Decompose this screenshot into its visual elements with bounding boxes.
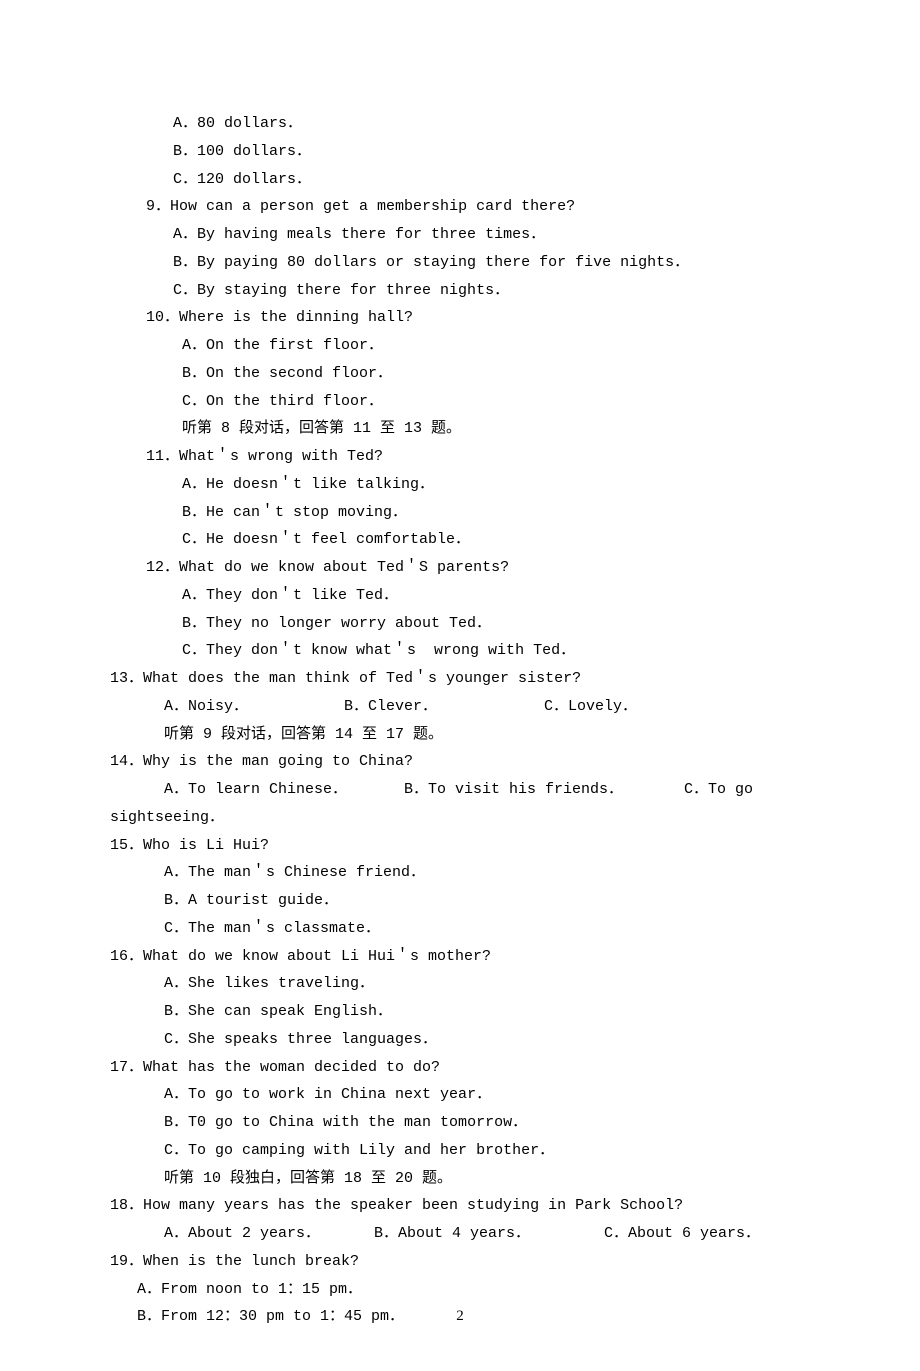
option-text: C．About 6 years． [604, 1220, 760, 1248]
q12-option-b: B．They no longer worry about Ted． [110, 610, 810, 638]
q11-option-c: C．He doesn＇t feel comfortable． [110, 526, 810, 554]
q9-stem: 9．How can a person get a membership card… [110, 193, 810, 221]
q18-stem: 18．How many years has the speaker been s… [110, 1192, 810, 1220]
option-text: C．Lovely． [544, 693, 637, 721]
question-text: 9．How can a person get a membership card… [146, 198, 575, 215]
q15-stem: 15．Who is Li Hui? [110, 832, 810, 860]
q13-stem: 13．What does the man think of Ted＇s youn… [110, 665, 810, 693]
q10-option-a: A．On the first floor． [110, 332, 810, 360]
document-page: A．80 dollars． B．100 dollars． C．120 dolla… [0, 0, 920, 1371]
q19-stem: 19．When is the lunch break? [110, 1248, 810, 1276]
q16-option-c: C．She speaks three languages． [110, 1026, 810, 1054]
q10-option-b: B．On the second floor． [110, 360, 810, 388]
question-text: 18．How many years has the speaker been s… [110, 1197, 683, 1214]
question-text: 19．When is the lunch break? [110, 1253, 359, 1270]
option-text: C．They don＇t know what＇s wrong with Ted． [182, 642, 575, 659]
option-text: A．80 dollars． [173, 115, 302, 132]
q15-option-c: C．The man＇s classmate． [110, 915, 810, 943]
q14-options: A．To learn Chinese．B．To visit his friend… [110, 776, 810, 804]
option-text: A．Noisy． [164, 693, 344, 721]
q11-option-b: B．He can＇t stop moving． [110, 499, 810, 527]
option-text: C．The man＇s classmate． [164, 920, 380, 937]
option-text: B．He can＇t stop moving． [182, 504, 407, 521]
option-text: B．T0 go to China with the man tomorrow． [164, 1114, 527, 1131]
option-text: B．About 4 years． [374, 1220, 604, 1248]
note-text: 听第 8 段对话，回答第 11 至 13 题。 [182, 420, 461, 437]
option-text: B．A tourist guide． [164, 892, 338, 909]
section-note-9: 听第 9 段对话，回答第 14 至 17 题。 [110, 721, 810, 749]
option-text: sightseeing． [110, 809, 224, 826]
option-text: B．On the second floor． [182, 365, 392, 382]
option-text: A．On the first floor． [182, 337, 383, 354]
option-text: A．They don＇t like Ted． [182, 587, 398, 604]
option-text: B．Clever． [344, 693, 544, 721]
question-text: 13．What does the man think of Ted＇s youn… [110, 670, 581, 687]
option-text: C．To go camping with Lily and her brothe… [164, 1142, 554, 1159]
option-text: A．She likes traveling． [164, 975, 374, 992]
q13-options: A．Noisy．B．Clever．C．Lovely． [110, 693, 810, 721]
option-text: A．From noon to 1：15 pm． [137, 1281, 362, 1298]
q10-stem: 10．Where is the dinning hall? [110, 304, 810, 332]
q9-option-b: B．By paying 80 dollars or staying there … [110, 249, 810, 277]
q19-option-a: A．From noon to 1：15 pm． [110, 1276, 810, 1304]
option-text: A．To learn Chinese． [164, 776, 404, 804]
q12-stem: 12．What do we know about Ted＇S parents? [110, 554, 810, 582]
option-text: C．120 dollars． [173, 171, 311, 188]
question-text: 10．Where is the dinning hall? [146, 309, 413, 326]
option-text: C．He doesn＇t feel comfortable． [182, 531, 470, 548]
q17-option-b: B．T0 go to China with the man tomorrow． [110, 1109, 810, 1137]
option-text: A．He doesn＇t like talking． [182, 476, 434, 493]
q11-stem: 11．What＇s wrong with Ted? [110, 443, 810, 471]
option-text: C．By staying there for three nights． [173, 282, 509, 299]
option-text: A．By having meals there for three times． [173, 226, 545, 243]
option-text: C．She speaks three languages． [164, 1031, 437, 1048]
option-text: A．About 2 years． [164, 1220, 374, 1248]
q9-option-a: A．By having meals there for three times． [110, 221, 810, 249]
option-text: C．On the third floor． [182, 393, 383, 410]
section-note-10: 听第 10 段独白，回答第 18 至 20 题。 [110, 1165, 810, 1193]
q17-option-c: C．To go camping with Lily and her brothe… [110, 1137, 810, 1165]
question-text: 12．What do we know about Ted＇S parents? [146, 559, 509, 576]
q11-option-a: A．He doesn＇t like talking． [110, 471, 810, 499]
q8-option-a: A．80 dollars． [110, 110, 810, 138]
q18-options: A．About 2 years．B．About 4 years．C．About … [110, 1220, 810, 1248]
option-text: B．To visit his friends． [404, 776, 684, 804]
option-text: B．They no longer worry about Ted． [182, 615, 491, 632]
q9-option-c: C．By staying there for three nights． [110, 277, 810, 305]
option-text: C．To go [684, 776, 753, 804]
note-text: 听第 9 段对话，回答第 14 至 17 题。 [164, 726, 443, 743]
question-text: 14．Why is the man going to China? [110, 753, 413, 770]
q8-option-b: B．100 dollars． [110, 138, 810, 166]
option-text: B．By paying 80 dollars or staying there … [173, 254, 689, 271]
question-text: 11．What＇s wrong with Ted? [146, 448, 383, 465]
option-text: B．She can speak English． [164, 1003, 392, 1020]
section-note-8: 听第 8 段对话，回答第 11 至 13 题。 [110, 415, 810, 443]
page-number: 2 [0, 1303, 920, 1331]
q16-stem: 16．What do we know about Li Hui＇s mother… [110, 943, 810, 971]
question-text: 15．Who is Li Hui? [110, 837, 269, 854]
q17-option-a: A．To go to work in China next year． [110, 1081, 810, 1109]
q17-stem: 17．What has the woman decided to do? [110, 1054, 810, 1082]
q12-option-a: A．They don＇t like Ted． [110, 582, 810, 610]
option-text: A．The man＇s Chinese friend． [164, 864, 425, 881]
q15-option-b: B．A tourist guide． [110, 887, 810, 915]
question-text: 16．What do we know about Li Hui＇s mother… [110, 948, 491, 965]
q8-option-c: C．120 dollars． [110, 166, 810, 194]
q16-option-a: A．She likes traveling． [110, 970, 810, 998]
question-text: 17．What has the woman decided to do? [110, 1059, 440, 1076]
q14-stem: 14．Why is the man going to China? [110, 748, 810, 776]
option-text: B．100 dollars． [173, 143, 311, 160]
q12-option-c: C．They don＇t know what＇s wrong with Ted． [110, 637, 810, 665]
q10-option-c: C．On the third floor． [110, 388, 810, 416]
q15-option-a: A．The man＇s Chinese friend． [110, 859, 810, 887]
q14-option-c-cont: sightseeing． [110, 804, 810, 832]
q16-option-b: B．She can speak English． [110, 998, 810, 1026]
option-text: A．To go to work in China next year． [164, 1086, 491, 1103]
note-text: 听第 10 段独白，回答第 18 至 20 题。 [164, 1170, 452, 1187]
